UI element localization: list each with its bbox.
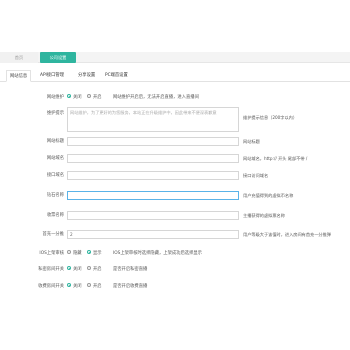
private-live-on-radio[interactable] — [86, 266, 91, 270]
breadcrumb: 首页 公司设置 — [0, 52, 350, 63]
tab-pc-settings[interactable]: PC端首设置 — [102, 70, 131, 82]
maintenance-notice-textarea[interactable]: 网站维护，为了更好的为您服务，本站正在升级维护中，因此带来不便深表歉意 — [67, 107, 239, 132]
private-live-off-radio[interactable] — [67, 266, 71, 270]
ios-review-label: IOS上架审核 — [39, 251, 64, 256]
guard-popup-label: 首充一分推 — [42, 232, 64, 237]
guard-popup-aside: 用户等级大于该值时，进入房间有首充一分推弹 — [243, 232, 331, 237]
breadcrumb-home[interactable]: 首页 — [0, 52, 38, 63]
paid-live-on-label: 开启 — [92, 284, 102, 289]
site-maintenance-on-label: 开启 — [92, 95, 102, 100]
paid-live-on-radio[interactable] — [86, 283, 91, 287]
vote-name-label: 收票名称 — [46, 213, 64, 218]
private-live-label: 私密房间开关 — [38, 267, 64, 272]
site-maintenance-on-radio[interactable] — [86, 94, 91, 98]
row-site-maintenance: 网站维护 关闭 开启 网站维护开启后，无法开启直播，进入直播间 — [0, 92, 350, 104]
site-title-aside: 网站标题 — [243, 139, 260, 144]
coin-name-aside: 用户充值得到的虚拟币名称 — [243, 193, 294, 198]
site-maintenance-hint: 网站维护开启后，无法开启直播，进入直播间 — [112, 95, 199, 100]
paid-live-label: 收费房间开关 — [38, 284, 64, 289]
private-live-radios: 关闭 开启 是否开启私密直播 — [67, 264, 147, 276]
site-title-label: 网站标题 — [46, 139, 64, 144]
tab-api-management[interactable]: API接口管理 — [37, 70, 67, 82]
tab-site-info[interactable]: 网站信息 — [6, 70, 32, 82]
vote-name-input[interactable] — [67, 211, 239, 220]
paid-live-radios: 关闭 开启 是否开启收费直播 — [67, 281, 147, 293]
maintenance-notice-aside: 维护提示信息（200字以内） — [243, 115, 298, 120]
breadcrumb-current[interactable]: 公司设置 — [40, 52, 76, 63]
ios-review-hide-radio[interactable] — [67, 250, 71, 254]
site-maintenance-radios: 关闭 开启 网站维护开启后，无法开启直播，进入直播间 — [67, 92, 199, 104]
site-domain-label: 网站域名 — [46, 156, 64, 161]
tab-bar: 网站信息 API接口管理 分享设置 PC端首设置 — [0, 70, 350, 82]
row-private-live: 私密房间开关 关闭 开启 是否开启私密直播 — [0, 264, 350, 276]
private-live-off-label: 关闭 — [73, 267, 82, 272]
paid-live-off-label: 关闭 — [73, 284, 82, 289]
row-paid-live: 收费房间开关 关闭 开启 是否开启收费直播 — [0, 281, 350, 293]
maintenance-notice-label: 维护提示 — [46, 111, 64, 116]
ios-review-show-radio[interactable] — [86, 250, 91, 254]
coin-name-input[interactable] — [67, 191, 239, 200]
guard-popup-input[interactable]: 2 — [67, 230, 239, 239]
private-live-on-label: 开启 — [92, 267, 102, 272]
ios-review-show-label: 显示 — [92, 251, 102, 256]
api-domain-aside: 接口访问域名 — [243, 173, 269, 178]
ios-review-hint: IOS上架审核时选择隐藏，上架成功后选择显示 — [112, 251, 202, 256]
api-domain-label: 接口域名 — [46, 173, 64, 178]
api-domain-input[interactable] — [67, 171, 239, 180]
site-maintenance-label: 网站维护 — [46, 95, 64, 100]
site-maintenance-off-radio[interactable] — [67, 94, 71, 98]
site-domain-aside: 网站域名，http:// 开头 尾部不带 / — [243, 156, 308, 161]
paid-live-hint: 是否开启收费直播 — [112, 284, 148, 289]
tab-share-settings[interactable]: 分享设置 — [75, 70, 98, 82]
private-live-hint: 是否开启私密直播 — [112, 267, 148, 272]
vote-name-aside: 主播获得的虚拟票名称 — [243, 213, 285, 218]
site-domain-input[interactable] — [67, 154, 239, 163]
coin-name-label: 钻石名称 — [46, 193, 64, 198]
ios-review-radios: 隐藏 显示 IOS上架审核时选择隐藏，上架成功后选择显示 — [67, 248, 202, 260]
site-title-input[interactable] — [67, 137, 239, 146]
row-ios-review: IOS上架审核 隐藏 显示 IOS上架审核时选择隐藏，上架成功后选择显示 — [0, 248, 350, 260]
site-maintenance-off-label: 关闭 — [73, 95, 82, 100]
ios-review-hide-label: 隐藏 — [73, 251, 82, 256]
paid-live-off-radio[interactable] — [67, 283, 71, 287]
